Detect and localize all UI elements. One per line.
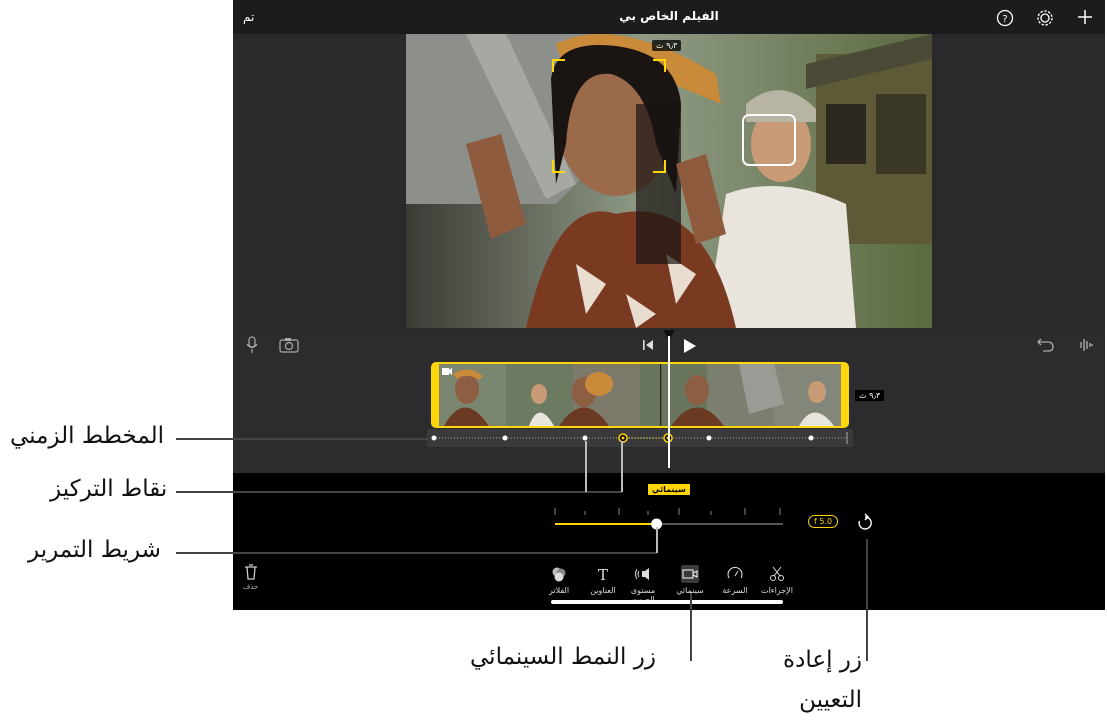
- project-title: الفيلم الخاص بي: [619, 9, 719, 23]
- timeline-clip[interactable]: [431, 362, 849, 428]
- plus-icon[interactable]: [1076, 8, 1094, 26]
- video-viewer: ٩٫٣ ث: [233, 34, 1105, 330]
- camera-icon[interactable]: [279, 337, 299, 353]
- callout-timeline: المخطط الزمني: [10, 423, 165, 449]
- speedometer-icon: [727, 566, 743, 579]
- depth-slider[interactable]: [551, 502, 783, 532]
- tool-label: السرعة: [722, 586, 748, 595]
- callout-line-scrubber: [176, 552, 657, 554]
- undo-icon[interactable]: [1035, 337, 1055, 353]
- cinematic-clip-icon: [442, 368, 452, 375]
- play-icon[interactable]: [682, 337, 698, 355]
- callout-line-focus-a: [585, 441, 587, 492]
- tool-actions[interactable]: الإجراءات: [757, 565, 797, 595]
- playhead-line[interactable]: [668, 336, 670, 468]
- callout-scrubber: شريط التمرير: [28, 537, 161, 563]
- callout-line-reset: [866, 539, 868, 661]
- skip-back-icon[interactable]: [641, 338, 655, 352]
- focus-points: [431, 432, 848, 444]
- delete-label[interactable]: حذف: [243, 583, 258, 591]
- audio-waveform-icon[interactable]: [1076, 337, 1094, 353]
- tool-speed[interactable]: السرعة: [715, 565, 755, 595]
- speaker-icon: [635, 568, 649, 580]
- home-indicator: [551, 600, 783, 604]
- top-bar: تم الفيلم الخاص بي ?: [233, 0, 1105, 34]
- tool-volume[interactable]: مستوى الصوت: [623, 565, 663, 604]
- fstop-value[interactable]: f 5.0: [808, 515, 839, 528]
- filters-circles-icon: [552, 567, 566, 582]
- tool-label: العناوين: [590, 586, 616, 595]
- imovie-app: تم الفيلم الخاص بي ? ٩٫٣ ث ٩٫٣ ث سينمائي…: [233, 0, 1105, 610]
- microphone-icon[interactable]: [245, 336, 259, 354]
- callout-line-focus: [176, 491, 622, 493]
- callout-reset-button: زر إعادة التعيين: [783, 647, 862, 713]
- callout-line-timeline: [176, 438, 428, 440]
- svg-text:T: T: [598, 566, 608, 583]
- tool-label: الإجراءات: [761, 586, 793, 595]
- callout-focus-points: نقاط التركيز: [50, 476, 168, 502]
- tool-titles[interactable]: T العناوين: [583, 565, 623, 595]
- tool-cinematic[interactable]: سينمائي: [670, 565, 710, 595]
- gear-icon[interactable]: [1036, 9, 1054, 27]
- video-scene-image: [406, 34, 932, 328]
- svg-text:?: ?: [1002, 14, 1007, 25]
- cinematic-badge: سينمائي: [648, 484, 690, 495]
- callout-line-scrubber-v: [656, 527, 658, 553]
- help-icon[interactable]: ?: [996, 9, 1014, 27]
- clip-duration-badge: ٩٫٣ ث: [855, 390, 885, 401]
- text-T-icon: T: [598, 566, 608, 583]
- callout-line-focus-b: [621, 441, 623, 492]
- callout-line-cinematic: [690, 593, 692, 661]
- cinematic-camera-icon: [681, 565, 699, 583]
- callout-cinematic-button: زر النمط السينمائي: [470, 644, 656, 670]
- reset-icon[interactable]: [856, 513, 874, 533]
- timeline-area: ٩٫٣ ث: [233, 330, 1105, 473]
- video-frame: ٩٫٣ ث: [406, 34, 932, 328]
- tool-label: الفلاتر: [548, 586, 570, 595]
- scissors-icon: [770, 566, 784, 581]
- trash-icon[interactable]: [243, 563, 259, 581]
- clip-thumbnails: [439, 364, 841, 426]
- tool-filters[interactable]: الفلاتر: [539, 565, 579, 595]
- inspector-panel: سينمائي f 5.0 حذف الإجراءات السرعة سينما…: [233, 473, 1105, 610]
- duration-badge-top: ٩٫٣ ث: [652, 40, 682, 51]
